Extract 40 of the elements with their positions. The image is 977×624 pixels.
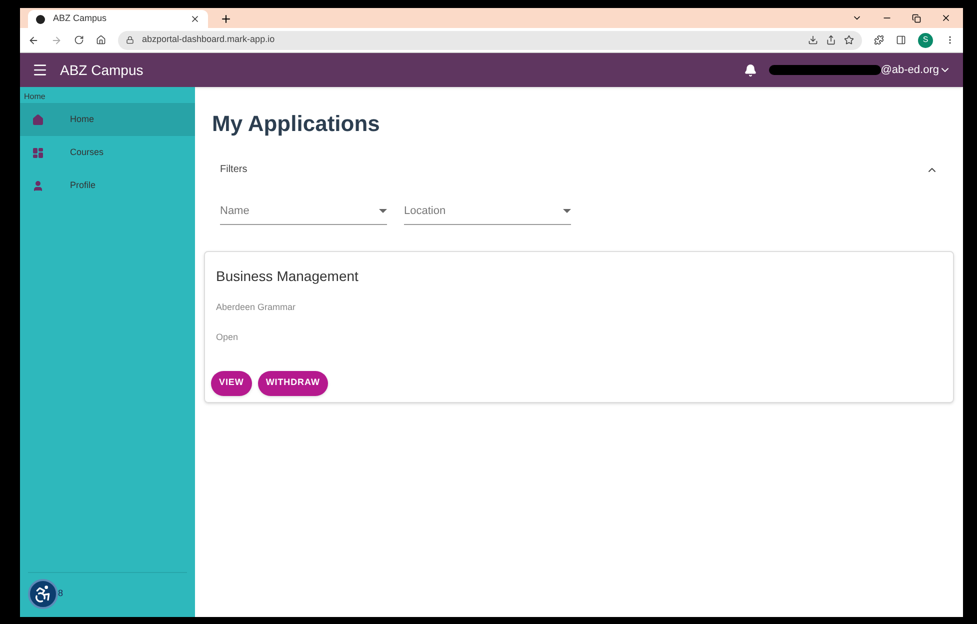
breadcrumb: Home	[23, 91, 46, 103]
dropdown-icon	[563, 209, 571, 214]
course-name: Business Management	[215, 266, 360, 286]
close-icon[interactable]	[190, 14, 200, 24]
side-panel-icon[interactable]	[896, 35, 906, 45]
sidebar-item[interactable]: Courses	[20, 136, 195, 169]
filters-header[interactable]: Filters	[204, 162, 954, 177]
address-bar[interactable]: abzportal-dashboard.mark-app.io	[118, 30, 862, 50]
person-icon	[32, 180, 44, 192]
sidebar-item[interactable]: Profile	[20, 169, 195, 202]
dropdown-icon	[379, 209, 387, 214]
card-button[interactable]: WITHDRAW	[258, 370, 328, 396]
reload-icon[interactable]	[74, 35, 84, 45]
back-icon[interactable]	[28, 34, 39, 46]
menu-icon[interactable]	[32, 62, 48, 78]
select-field[interactable]: Location	[404, 203, 571, 224]
lock-icon	[126, 36, 134, 44]
select-field[interactable]: Name	[220, 203, 387, 224]
close-window-icon[interactable]	[941, 13, 951, 23]
install-icon[interactable]	[808, 35, 818, 45]
share-icon[interactable]	[826, 35, 836, 45]
house-icon	[32, 114, 44, 126]
bookmark-icon[interactable]	[844, 35, 854, 45]
extensions-icon[interactable]	[874, 35, 884, 45]
account-badge[interactable]: S	[918, 32, 933, 48]
home-icon[interactable]	[96, 35, 106, 45]
page-title: My Applications	[212, 110, 380, 138]
new-tab-icon[interactable]	[220, 13, 232, 25]
app-bar: ABZ Campus @ab-ed.org	[20, 53, 963, 87]
dashboard-icon	[32, 146, 44, 158]
browser-tab[interactable]: ABZ Campus	[28, 10, 208, 28]
school-name: Aberdeen Grammar	[215, 300, 297, 314]
application-status: Open	[215, 331, 240, 344]
site-icon	[36, 14, 45, 24]
restore-icon[interactable]	[912, 14, 921, 23]
sidebar-item[interactable]: Home	[20, 103, 195, 136]
card-button[interactable]: VIEW	[211, 370, 252, 396]
notification-icon[interactable]	[744, 64, 757, 76]
footer-text: 8	[58, 587, 64, 600]
accessibility-button[interactable]	[28, 579, 58, 609]
